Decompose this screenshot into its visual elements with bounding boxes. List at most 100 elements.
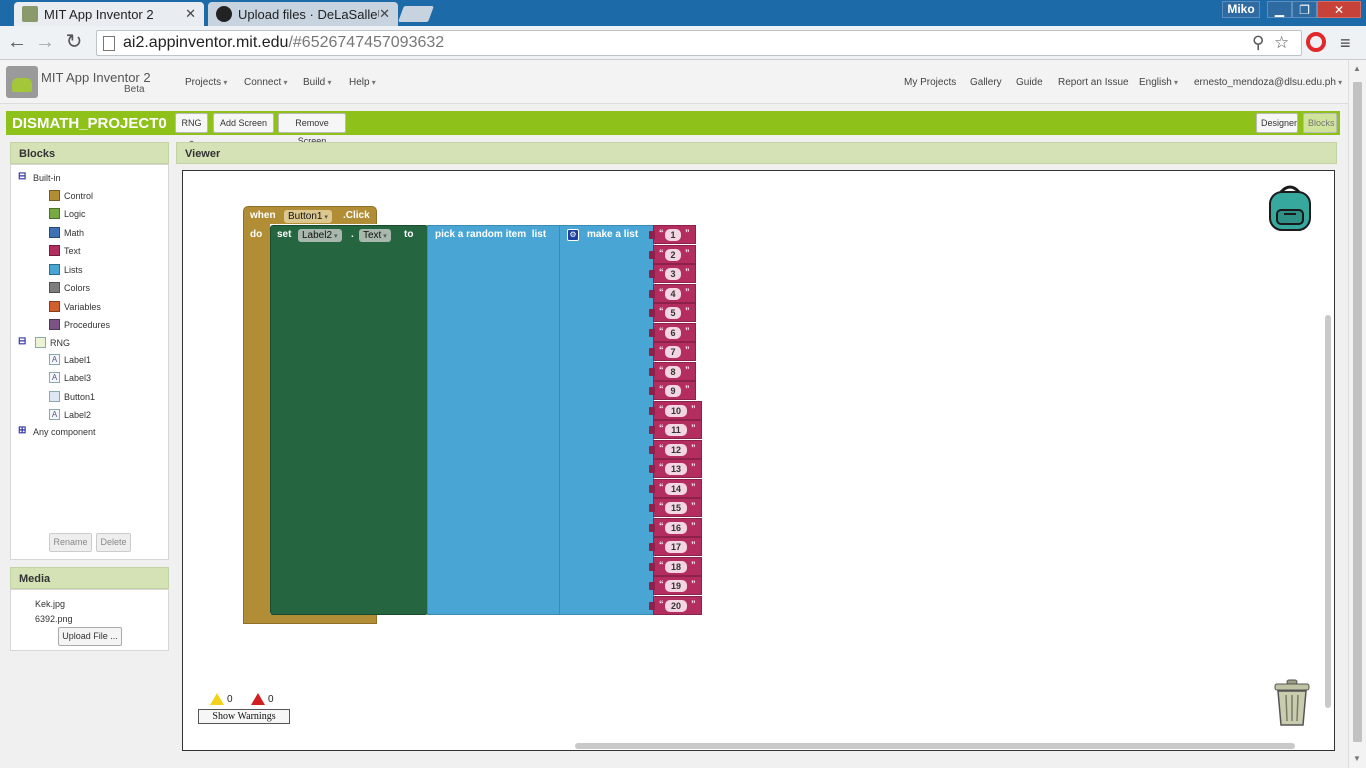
drawer-colors[interactable]: Colors <box>49 282 90 293</box>
app-inventor-logo-icon[interactable] <box>6 66 38 98</box>
drawer-text[interactable]: Text <box>49 245 81 256</box>
text-item-block[interactable]: “18 ” <box>649 556 702 576</box>
text-item-block[interactable]: “8 ” <box>649 361 696 381</box>
text-item-block[interactable]: “19 ” <box>649 576 702 595</box>
text-value[interactable]: 20 <box>665 599 687 612</box>
text-item-block[interactable]: “13 ” <box>649 459 702 478</box>
event-component-dropdown[interactable]: Button1 <box>284 210 332 223</box>
text-value[interactable]: 6 <box>665 326 681 339</box>
chrome-menu-icon[interactable]: ≡ <box>1340 33 1351 54</box>
text-item-block[interactable]: “12 ” <box>649 439 702 459</box>
tree-component[interactable]: A Label2 <box>49 409 91 420</box>
link-my-projects[interactable]: My Projects <box>904 77 956 88</box>
close-tab-icon[interactable]: ✕ <box>379 6 390 22</box>
rename-button[interactable]: Rename <box>49 533 92 552</box>
close-tab-icon[interactable]: ✕ <box>185 6 196 22</box>
media-file[interactable]: 6392.png <box>35 614 73 624</box>
show-warnings-button[interactable]: Show Warnings <box>198 709 290 724</box>
text-item-block[interactable]: “20 ” <box>649 595 702 615</box>
workspace-vertical-scrollbar[interactable] <box>1325 315 1331 708</box>
tree-screen[interactable]: RNG <box>35 337 70 348</box>
media-file[interactable]: Kek.jpg <box>35 599 65 609</box>
set-label2-text-block[interactable]: set Label2 . Text to <box>270 225 428 615</box>
bookmark-star-icon[interactable]: ☆ <box>1274 33 1289 53</box>
scroll-down-icon[interactable]: ▼ <box>1353 754 1361 763</box>
text-value[interactable]: 7 <box>665 346 681 358</box>
blocks-workspace[interactable]: when Button1 .Click do set Label2 . Text… <box>182 170 1335 751</box>
back-icon[interactable]: ← <box>6 32 28 54</box>
text-item-block[interactable]: “3 ” <box>649 264 696 283</box>
drawer-logic[interactable]: Logic <box>49 208 86 219</box>
text-value[interactable]: 14 <box>665 482 687 495</box>
page-scrollbar[interactable]: ▲ ▼ <box>1348 60 1366 768</box>
text-item-block[interactable]: “14 ” <box>649 478 702 498</box>
text-value[interactable]: 16 <box>665 521 687 534</box>
text-value[interactable]: 8 <box>665 365 681 378</box>
screen-collapse-icon[interactable]: ⊟ <box>18 336 26 347</box>
delete-button[interactable]: Delete <box>96 533 131 552</box>
drawer-math[interactable]: Math <box>49 227 84 238</box>
menu-build[interactable]: Build <box>303 77 332 88</box>
designer-button[interactable]: Designer <box>1256 113 1298 133</box>
text-item-block[interactable]: “6 ” <box>649 322 696 342</box>
setter-property-dropdown[interactable]: Text <box>359 229 391 242</box>
any-component-expand-icon[interactable]: ⊞ <box>18 425 26 436</box>
zoom-icon[interactable]: ⚲ <box>1252 33 1264 53</box>
address-bar[interactable]: ai2.appinventor.mit.edu /#65267474570936… <box>96 30 1302 56</box>
text-value[interactable]: 19 <box>665 580 687 592</box>
opera-extension-icon[interactable] <box>1306 32 1326 52</box>
text-item-block[interactable]: “15 ” <box>649 498 702 517</box>
remove-screen-button[interactable]: Remove Screen <box>278 113 346 146</box>
menu-projects[interactable]: Projects <box>185 77 227 88</box>
text-value[interactable]: 9 <box>665 385 681 397</box>
profile-button[interactable]: Miko <box>1222 1 1260 18</box>
text-item-block[interactable]: “5 ” <box>649 303 696 322</box>
text-value[interactable]: 18 <box>665 560 687 573</box>
text-item-block[interactable]: “1 ” <box>649 225 696 244</box>
backpack-icon[interactable] <box>1267 184 1313 232</box>
text-value[interactable]: 1 <box>665 229 681 241</box>
workspace-horizontal-scrollbar[interactable] <box>575 743 1295 749</box>
account-menu[interactable]: ernesto_mendoza@dlsu.edu.ph <box>1194 77 1342 88</box>
text-item-block[interactable]: “2 ” <box>649 244 696 264</box>
drawer-control[interactable]: Control <box>49 190 93 201</box>
minimize-button[interactable]: ▁ <box>1267 1 1292 18</box>
text-item-block[interactable]: “4 ” <box>649 283 696 303</box>
tree-component[interactable]: Button1 <box>49 391 95 402</box>
text-value[interactable]: 10 <box>665 404 687 417</box>
reload-icon[interactable]: ↻ <box>63 32 85 54</box>
scroll-up-icon[interactable]: ▲ <box>1353 64 1361 73</box>
new-tab-button[interactable] <box>398 6 434 22</box>
builtin-collapse-icon[interactable]: ⊟ <box>18 171 26 182</box>
text-value[interactable]: 12 <box>665 443 687 456</box>
blocks-button[interactable]: Blocks <box>1303 113 1337 133</box>
text-item-block[interactable]: “10 ” <box>649 400 702 420</box>
text-value[interactable]: 17 <box>665 541 687 553</box>
menu-connect[interactable]: Connect <box>244 77 288 88</box>
tab-app-inventor[interactable]: MIT App Inventor 2 ✕ <box>14 2 204 26</box>
text-item-block[interactable]: “9 ” <box>649 381 696 400</box>
tab-upload-files[interactable]: Upload files · DeLaSalleUn ✕ <box>208 2 398 26</box>
trash-icon[interactable] <box>1273 679 1311 727</box>
text-value[interactable]: 5 <box>665 307 681 319</box>
setter-component-dropdown[interactable]: Label2 <box>298 229 342 242</box>
menu-help[interactable]: Help <box>349 77 376 88</box>
link-guide[interactable]: Guide <box>1016 77 1043 88</box>
drawer-variables[interactable]: Variables <box>49 301 101 312</box>
pick-random-item-block[interactable]: pick a random item list <box>427 225 560 615</box>
make-a-list-block[interactable]: ⚙ make a list <box>559 225 654 615</box>
text-value[interactable]: 2 <box>665 248 681 261</box>
screen-select[interactable]: RNG <box>175 113 208 133</box>
text-item-block[interactable]: “7 ” <box>649 342 696 361</box>
text-item-block[interactable]: “17 ” <box>649 537 702 556</box>
text-value[interactable]: 3 <box>665 268 681 280</box>
restore-button[interactable]: ❐ <box>1292 1 1317 18</box>
drawer-lists[interactable]: Lists <box>49 264 83 275</box>
text-item-block[interactable]: “11 ” <box>649 420 702 439</box>
tree-builtin[interactable]: Built-in <box>33 173 61 183</box>
tree-any-component[interactable]: Any component <box>33 427 96 437</box>
tree-component[interactable]: A Label3 <box>49 372 91 383</box>
mutator-gear-icon[interactable]: ⚙ <box>567 229 579 241</box>
drawer-procedures[interactable]: Procedures <box>49 319 110 330</box>
text-value[interactable]: 4 <box>665 287 681 300</box>
